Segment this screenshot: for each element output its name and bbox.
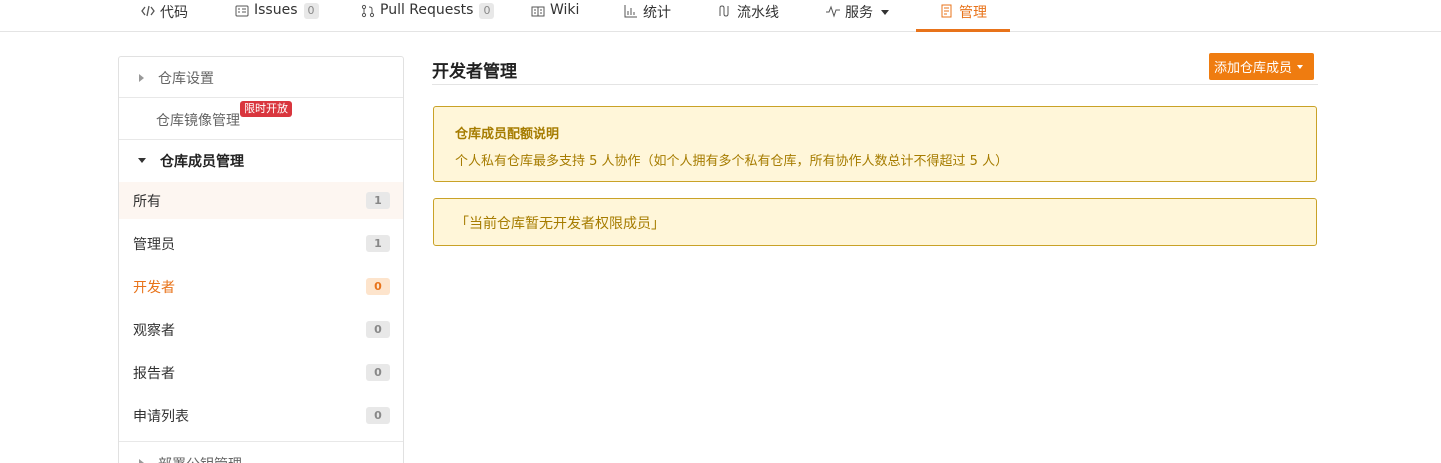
- issues-count-badge: 0: [303, 3, 319, 19]
- pr-count-badge: 0: [479, 3, 495, 19]
- pull-request-icon: [361, 4, 375, 18]
- pipeline-icon: [719, 5, 729, 17]
- sidebar-item-label: 申请列表: [133, 408, 189, 425]
- tab-label: 流水线: [737, 5, 779, 21]
- tab-pipeline[interactable]: 流水线: [718, 0, 779, 32]
- sidebar-section-label: 仓库设置: [158, 70, 214, 87]
- repo-tab-bar: 代码 Issues 0 Pull Requests 0 Wiki 统计 流水线 …: [0, 0, 1441, 32]
- sidebar-section-label: 仓库镜像管理: [156, 113, 240, 129]
- sidebar-item-applications[interactable]: 申请列表 0: [119, 397, 403, 434]
- caret-right-icon: [139, 73, 144, 82]
- active-tab-indicator: [916, 29, 1010, 32]
- count-badge: 0: [366, 321, 390, 338]
- quota-notice: 仓库成员配额说明 个人私有仓库最多支持 5 人协作（如个人拥有多个私有仓库，所有…: [433, 106, 1317, 182]
- divider: [432, 84, 1318, 85]
- chevron-down-icon: [1297, 64, 1304, 69]
- sidebar-item-label: 开发者: [133, 279, 175, 296]
- count-badge: 0: [366, 278, 390, 295]
- sidebar-item-member-management[interactable]: 仓库成员管理: [119, 140, 403, 181]
- sidebar-item-label: 观察者: [133, 322, 175, 339]
- notice-title: 仓库成员配额说明: [455, 127, 560, 142]
- sidebar-section-label: 部署公钥管理: [158, 454, 242, 463]
- tab-label: Pull Requests: [380, 2, 474, 18]
- service-icon: [826, 5, 840, 18]
- caret-right-icon: [139, 459, 144, 463]
- empty-message: 「当前仓库暂无开发者权限成员」: [455, 216, 665, 232]
- count-badge: 1: [366, 192, 390, 209]
- tab-issues[interactable]: Issues 0: [235, 0, 319, 32]
- tab-wiki[interactable]: Wiki: [531, 0, 579, 32]
- tab-label: 服务: [845, 5, 873, 21]
- tab-label: 统计: [643, 5, 671, 21]
- add-member-button[interactable]: 添加仓库成员: [1209, 53, 1314, 80]
- stats-icon: [624, 5, 637, 18]
- count-badge: 0: [366, 407, 390, 424]
- caret-down-icon: [138, 158, 146, 163]
- sidebar-item-label: 管理员: [133, 236, 175, 253]
- sidebar-item-repo-settings[interactable]: 仓库设置: [119, 57, 403, 98]
- sidebar-item-label: 报告者: [133, 365, 175, 382]
- settings-sidebar: 仓库设置 仓库镜像管理 限时开放 仓库成员管理 所有 1 管理员 1 开发者 0…: [118, 56, 404, 463]
- issues-icon: [235, 5, 249, 17]
- tab-label: 管理: [959, 5, 987, 21]
- empty-state-notice: 「当前仓库暂无开发者权限成员」: [433, 198, 1317, 246]
- tab-service[interactable]: 服务: [826, 0, 889, 32]
- tab-label: 代码: [160, 5, 188, 21]
- code-icon: [141, 5, 155, 17]
- add-member-button-label: 添加仓库成员: [1214, 61, 1293, 76]
- sidebar-item-label: 所有: [133, 193, 161, 210]
- sidebar-section-label: 仓库成员管理: [160, 153, 244, 170]
- tab-code[interactable]: 代码: [141, 0, 188, 32]
- chevron-down-icon: [881, 10, 889, 15]
- page-title: 开发者管理: [432, 62, 517, 82]
- tab-label: Wiki: [550, 2, 580, 18]
- divider: [119, 441, 403, 442]
- sidebar-section-repo-settings: 仓库设置: [119, 57, 403, 98]
- tab-manage[interactable]: 管理: [940, 0, 987, 32]
- count-badge: 0: [366, 364, 390, 381]
- sidebar-item-observers[interactable]: 观察者 0: [119, 311, 403, 348]
- count-badge: 1: [366, 235, 390, 252]
- sidebar-item-all[interactable]: 所有 1: [119, 182, 403, 219]
- notice-body: 个人私有仓库最多支持 5 人协作（如个人拥有多个私有仓库，所有协作人数总计不得超…: [455, 154, 1009, 169]
- sidebar-item-reporters[interactable]: 报告者 0: [119, 354, 403, 391]
- manage-icon: [941, 4, 952, 18]
- limited-time-badge: 限时开放: [240, 101, 292, 117]
- wiki-icon: [531, 6, 545, 17]
- tab-stats[interactable]: 统计: [624, 0, 671, 32]
- sidebar-item-deploy-keys[interactable]: 部署公钥管理: [119, 444, 403, 463]
- sidebar-section-mirror: 仓库镜像管理 限时开放: [119, 98, 403, 140]
- tab-label: Issues: [254, 2, 298, 18]
- sidebar-item-admins[interactable]: 管理员 1: [119, 225, 403, 262]
- sidebar-item-developers[interactable]: 开发者 0: [119, 268, 403, 305]
- tab-pull-requests[interactable]: Pull Requests 0: [361, 0, 495, 32]
